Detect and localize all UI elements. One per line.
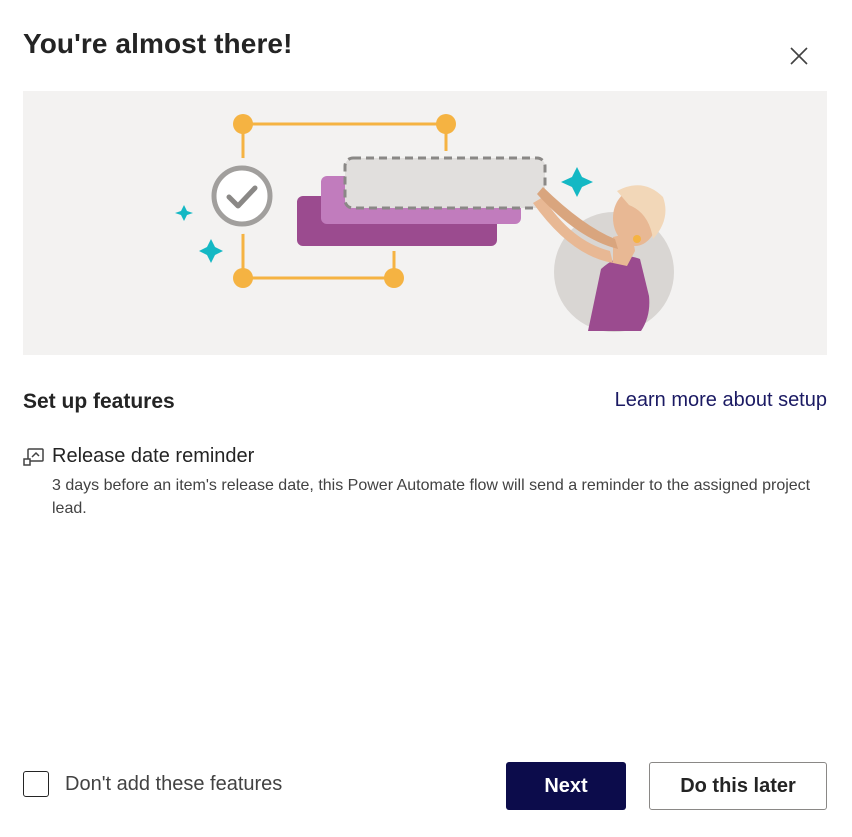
dont-add-checkbox[interactable] — [23, 771, 49, 797]
flow-icon — [23, 447, 45, 467]
learn-more-link[interactable]: Learn more about setup — [615, 389, 827, 412]
feature-item: Release date reminder 3 days before an i… — [23, 445, 813, 520]
person-illustration — [533, 185, 674, 332]
do-this-later-button[interactable]: Do this later — [649, 762, 827, 810]
section-title: Set up features — [23, 390, 175, 413]
close-button[interactable] — [782, 40, 816, 74]
close-icon — [789, 46, 809, 69]
feature-name: Release date reminder — [52, 445, 255, 467]
dialog-title: You're almost there! — [23, 28, 293, 59]
dont-add-checkbox-row[interactable]: Don't add these features — [23, 771, 282, 797]
check-circle-icon — [204, 158, 280, 234]
checkbox-label: Don't add these features — [65, 772, 283, 795]
setup-dialog: You're almost there! Set up features Lea… — [0, 0, 852, 837]
feature-description: 3 days before an item's release date, th… — [52, 477, 811, 517]
next-button[interactable]: Next — [506, 762, 626, 810]
hero-illustration — [23, 91, 827, 355]
